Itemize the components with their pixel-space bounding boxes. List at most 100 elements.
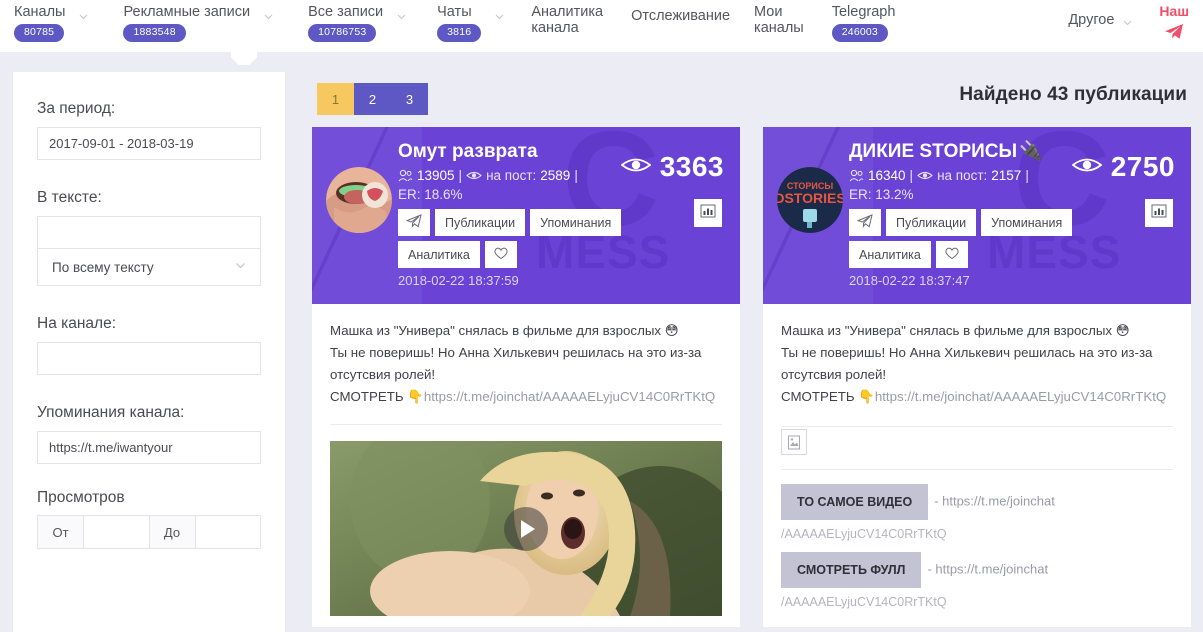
per-post-label: на пост: (937, 168, 988, 183)
post-links: ТО САМОЕ ВИДЕО - https://t.me/joinchat /A… (781, 484, 1173, 612)
analytics-button[interactable]: Аналитика (849, 241, 931, 268)
nav-item-badge: 246003 (831, 24, 888, 42)
text-mode-select[interactable]: По всему тексту (37, 249, 261, 286)
image-placeholder-icon (781, 429, 807, 455)
bar-chart-icon (1151, 204, 1167, 223)
page-button-2[interactable]: 2 (354, 83, 391, 115)
link-button[interactable]: ТО САМОЕ ВИДЕО (781, 484, 929, 520)
channel-title-text: Омут разврата (398, 141, 538, 162)
er-label: ER: (849, 187, 872, 202)
mentions-button[interactable]: Упоминания (981, 209, 1073, 236)
post-cta: СМОТРЕТЬ 👇 (330, 389, 424, 404)
telegram-icon (856, 214, 873, 231)
post-line: отсутсвия ролей! (330, 367, 436, 382)
nav-active-pointer (231, 52, 257, 65)
page-button-1[interactable]: 1 (317, 83, 354, 115)
post-link[interactable]: https://t.me/joinchat/AAAAAELyjuCV14C0Rr… (875, 389, 1166, 404)
chevron-down-icon[interactable] (396, 11, 407, 22)
chevron-down-icon[interactable] (78, 11, 89, 22)
chevron-down-icon[interactable] (1122, 17, 1133, 28)
favorite-button[interactable] (484, 241, 517, 268)
card-header: C TIVE MESS Омут разврата (312, 127, 740, 304)
telegram-link-button[interactable] (398, 209, 430, 236)
on-channel-label: На канале: (37, 315, 117, 332)
results-count: Найдено 43 публикации (959, 84, 1187, 105)
chevron-down-icon[interactable] (494, 11, 505, 22)
publications-button[interactable]: Публикации (886, 209, 977, 236)
er-stat: ER: 18.6% (398, 185, 730, 205)
link-button[interactable]: СМОТРЕТЬ ФУЛЛ (781, 552, 922, 588)
card-body: Машка из "Универа" снялась в фильме для … (312, 304, 740, 627)
subscribers-icon (398, 166, 413, 185)
nav-item-label: Каналы (14, 4, 66, 20)
statistics-button[interactable] (1145, 199, 1173, 227)
views-range: От До (37, 515, 261, 549)
telegram-link-button[interactable] (849, 209, 881, 236)
post-cta: СМОТРЕТЬ 👇 (781, 389, 875, 404)
chevron-down-icon[interactable] (263, 11, 274, 22)
top-navigation: Каналы 80785 Рекламные записи 1883548 Вс… (0, 0, 1203, 52)
post-text: Машка из "Универа" снялась в фильме для … (330, 320, 722, 408)
post-line: Машка из "Универа" снялась в фильме для … (330, 323, 679, 338)
on-channel-input[interactable] (37, 342, 261, 375)
channel-avatar[interactable]: СТОРИСЫ DSTORIES (777, 167, 843, 233)
er-label: ER: (398, 187, 421, 202)
subscribers-count: 16340 (868, 168, 906, 183)
mentions-button[interactable]: Упоминания (530, 209, 622, 236)
eye-icon-small (466, 166, 482, 185)
nav-item-chats[interactable]: Чаты 3816 (437, 0, 505, 42)
svg-text:DSTORIES: DSTORIES (777, 190, 843, 206)
eye-icon-small (917, 166, 933, 185)
channel-avatar[interactable] (326, 167, 392, 233)
post-card: C TIVE MESS Омут разврата (312, 127, 740, 627)
heart-icon (493, 246, 509, 263)
nav-item-telegraph[interactable]: Telegraph 246003 (831, 0, 896, 42)
link-url[interactable]: - https://t.me/joinchat (934, 493, 1055, 508)
nav-item-label: Telegraph (831, 4, 896, 20)
heart-icon (944, 246, 960, 263)
link-url-continued[interactable]: /AAAAAELyjuCV14C0RrTKtQ (781, 592, 1173, 612)
in-text-label: В тексте: (37, 189, 102, 206)
statistics-button[interactable] (694, 199, 722, 227)
our-telegram-label: Наш (1159, 3, 1189, 19)
text-mode-value: По всему тексту (52, 259, 154, 275)
nav-item-my-channels[interactable]: Мои каналы (754, 0, 804, 36)
post-link[interactable]: https://t.me/joinchat/AAAAAELyjuCV14C0Rr… (424, 389, 715, 404)
page-button-3[interactable]: 3 (391, 83, 428, 115)
favorite-button[interactable] (935, 241, 968, 268)
play-button[interactable] (504, 506, 548, 551)
title-emoji: 🔌 (1019, 141, 1043, 162)
publications-button[interactable]: Публикации (435, 209, 526, 236)
nav-item-label: Рекламные записи (123, 4, 251, 20)
nav-item-all-posts[interactable]: Все записи 10786753 (308, 0, 407, 42)
nav-item-our-telegram[interactable]: Наш (1159, 4, 1189, 45)
eye-icon (620, 155, 652, 180)
nav-item-other[interactable]: Другое (1068, 4, 1133, 28)
filter-sidebar: За период: 2017-09-01 - 2018-03-19 В тек… (13, 72, 285, 632)
link-url-continued[interactable]: /AAAAAELyjuCV14C0RrTKtQ (781, 524, 1173, 544)
link-url[interactable]: - https://t.me/joinchat (927, 561, 1048, 576)
views-from-input[interactable] (84, 516, 150, 548)
views-to-input[interactable] (196, 516, 261, 548)
post-line: отсутсвия ролей! (781, 367, 887, 382)
channel-mentions-input[interactable]: https://t.me/iwantyour (37, 431, 261, 464)
period-input[interactable]: 2017-09-01 - 2018-03-19 (37, 127, 261, 160)
bar-chart-icon (700, 204, 716, 223)
nav-item-label: Все записи (308, 4, 384, 20)
analytics-button[interactable]: Аналитика (398, 241, 480, 268)
nav-item-ad-posts[interactable]: Рекламные записи 1883548 (123, 0, 274, 42)
per-post-value: 2157 (991, 168, 1022, 183)
divider (330, 424, 722, 425)
nav-item-badge: 3816 (437, 24, 482, 42)
post-line: Ты не поверишь! Но Анна Хилькевич решила… (781, 345, 1153, 360)
post-video-thumbnail[interactable] (330, 441, 722, 616)
nav-item-channels[interactable]: Каналы 80785 (14, 0, 89, 42)
nav-item-tracking[interactable]: Отслеживание (631, 0, 730, 24)
views-counter: 3363 (620, 151, 724, 183)
nav-item-label: Аналитика канала (531, 4, 604, 36)
views-counter: 2750 (1071, 151, 1175, 183)
views-to-label: До (149, 516, 196, 548)
pagination: 1 2 3 (317, 83, 428, 115)
in-text-input[interactable] (37, 216, 261, 249)
nav-item-channel-analytics[interactable]: Аналитика канала (531, 0, 603, 36)
